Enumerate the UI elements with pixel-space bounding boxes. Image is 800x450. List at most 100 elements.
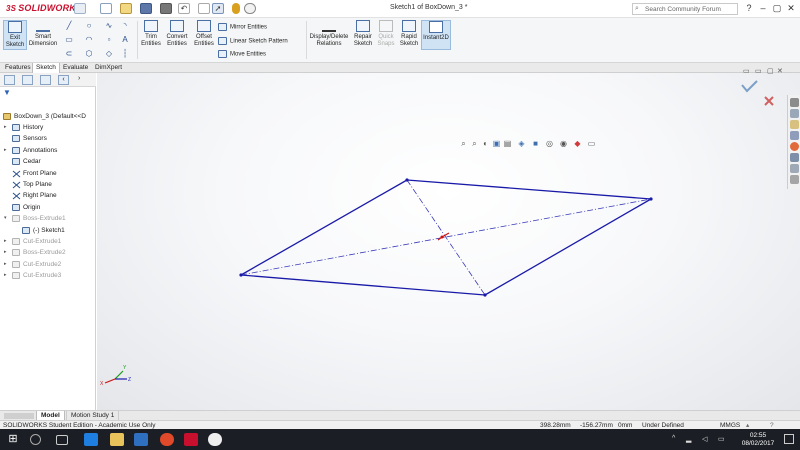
notifications-icon[interactable] — [784, 434, 794, 444]
edit-appearance-icon[interactable]: ◉ — [559, 139, 568, 148]
spline-icon[interactable]: ∿ — [104, 22, 114, 30]
tab-scroll-arrows[interactable] — [4, 413, 34, 419]
new-document-icon[interactable] — [100, 3, 112, 14]
plane-icon[interactable]: ◇ — [104, 50, 114, 58]
quick-snaps-button[interactable]: Quick Snaps — [376, 20, 396, 52]
expand-arrow-icon[interactable]: ▸ — [4, 270, 7, 281]
hide-show-items-icon[interactable]: ◎ — [545, 139, 554, 148]
expand-arrow-icon[interactable]: ▸ — [4, 122, 7, 133]
help-icon[interactable]: ? — [742, 2, 756, 14]
viewport-minimize-icon[interactable]: ▭ — [755, 67, 762, 75]
tab-sketch[interactable]: Sketch — [32, 63, 60, 73]
network-icon[interactable]: ▂ — [686, 435, 691, 443]
options-gear-icon[interactable] — [244, 3, 256, 14]
mirror-entities-button[interactable]: Mirror Entities — [218, 23, 267, 31]
rectangle-icon[interactable]: ▭ — [64, 36, 74, 44]
view-settings-icon[interactable]: ▭ — [587, 139, 596, 148]
custom-properties-icon[interactable] — [790, 153, 799, 162]
close-button[interactable]: ✕ — [784, 2, 798, 14]
feature-tree-tab-icon[interactable] — [4, 75, 15, 85]
centerline-diagonal-2[interactable] — [406, 179, 486, 296]
expand-arrow-icon[interactable]: ▸ — [4, 247, 7, 258]
file-explorer-taskbar-icon[interactable] — [110, 433, 124, 446]
viewport-maximize-icon[interactable]: ▢ — [767, 67, 774, 75]
view-orientation-icon[interactable]: ◈ — [517, 139, 526, 148]
forum-icon[interactable] — [790, 164, 799, 173]
previous-view-icon[interactable]: ◐ — [481, 139, 490, 148]
select-pointer-icon[interactable]: ➚ — [212, 3, 224, 14]
expand-arrow-icon[interactable]: ▾ — [4, 213, 7, 224]
search-taskbar-icon[interactable] — [30, 434, 41, 445]
slot-icon[interactable]: ⊂ — [64, 50, 74, 58]
apply-scene-icon[interactable]: ◆ — [573, 139, 582, 148]
task-view-icon[interactable] — [56, 435, 68, 445]
text-icon[interactable]: A — [120, 36, 130, 44]
restore-button[interactable]: ▢ — [770, 2, 784, 14]
rapid-sketch-button[interactable]: Rapid Sketch — [398, 20, 420, 52]
line-icon[interactable]: ╱ — [64, 22, 74, 30]
smart-dimension-button[interactable]: Smart Dimension — [28, 20, 58, 50]
sketch-edge-bottom-right[interactable] — [484, 198, 652, 296]
convert-entities-button[interactable]: Convert Entities — [164, 20, 190, 52]
linear-sketch-pattern-button[interactable]: Linear Sketch Pattern — [218, 37, 288, 45]
search-input[interactable]: ⌕ Search Community Forum — [632, 3, 738, 15]
zoom-to-area-icon[interactable]: ⌕ — [470, 139, 479, 148]
edge-browser-icon[interactable] — [84, 433, 98, 446]
exit-sketch-button[interactable]: Exit Sketch — [3, 20, 27, 50]
tray-chevron-icon[interactable]: ^ — [672, 435, 675, 442]
filter-icon[interactable]: ▼ — [3, 89, 11, 97]
tab-evaluate[interactable]: Evaluate — [60, 63, 91, 73]
sketch-edge-top-left[interactable] — [240, 179, 408, 276]
property-manager-tab-icon[interactable] — [22, 75, 33, 85]
sketch-vertex[interactable] — [405, 178, 409, 182]
open-folder-icon[interactable] — [120, 3, 132, 14]
arc-icon[interactable]: ◠ — [84, 36, 94, 44]
point-icon[interactable]: ▫ — [104, 36, 114, 44]
centerline-icon[interactable]: ┆ — [120, 50, 130, 58]
display-style-icon[interactable]: ■ — [531, 139, 540, 148]
keyboard-icon[interactable]: ▭ — [718, 435, 725, 443]
viewport-split-icon[interactable]: ▭ — [743, 67, 750, 75]
user-app-icon[interactable] — [208, 433, 222, 446]
sketch-vertex[interactable] — [483, 293, 487, 297]
windows-start-icon[interactable]: ⊞ — [6, 433, 20, 446]
configuration-manager-tab-icon[interactable] — [40, 75, 51, 85]
viewport-close-icon[interactable]: ✕ — [777, 67, 783, 75]
circle-icon[interactable]: ○ — [84, 22, 94, 30]
3d-content-central-icon[interactable] — [790, 175, 799, 184]
centerpoint-arc-icon[interactable]: ◝ — [120, 22, 130, 30]
undo-icon[interactable]: ↶ — [178, 3, 190, 14]
taskbar-clock[interactable]: 02:55 08/02/2017 — [738, 432, 778, 448]
trim-entities-button[interactable]: Trim Entities — [140, 20, 162, 52]
chrome-icon[interactable] — [160, 433, 174, 446]
graphics-area[interactable]: Y Z X ⌕ ⌕ ◐ ▣ ▤ ◈ ■ ◎ ◉ ◆ ▭ ▭ ▭ ▢ ✕ — [97, 68, 800, 410]
sketch-vertex[interactable] — [649, 197, 653, 201]
display-delete-relations-button[interactable]: Display/Delete Relations — [308, 20, 350, 52]
file-explorer-icon[interactable] — [790, 120, 799, 129]
section-view-icon[interactable]: ▣ — [492, 139, 501, 148]
tab-features[interactable]: Features — [2, 63, 34, 73]
sketch-edge-bottom-left[interactable] — [240, 274, 486, 296]
more-tabs-arrow-icon[interactable]: › — [78, 75, 89, 85]
rebuild-icon[interactable] — [198, 3, 210, 14]
tab-dimxpert[interactable]: DimXpert — [92, 63, 125, 73]
solidworks-resources-icon[interactable] — [790, 98, 799, 107]
dimxpert-manager-tab-icon[interactable]: ‹ — [58, 75, 69, 85]
solidworks-taskbar-icon[interactable] — [184, 433, 198, 446]
expand-arrow-icon[interactable]: ▸ — [4, 259, 7, 270]
solidworks-menu-arrow-icon[interactable] — [74, 3, 86, 14]
appearances-scenes-icon[interactable] — [790, 142, 799, 151]
expand-arrow-icon[interactable]: ▸ — [4, 236, 7, 247]
confirmation-corner[interactable] — [741, 80, 774, 106]
offset-entities-button[interactable]: Offset Entities — [192, 20, 216, 52]
volume-icon[interactable]: ◁ — [702, 435, 707, 443]
repair-sketch-button[interactable]: Repair Sketch — [352, 20, 374, 52]
move-entities-button[interactable]: Move Entities — [218, 50, 266, 58]
expand-arrow-icon[interactable]: ▸ — [4, 145, 7, 156]
design-library-icon[interactable] — [790, 109, 799, 118]
polygon-icon[interactable]: ⬡ — [84, 50, 94, 58]
zoom-to-fit-icon[interactable]: ⌕ — [459, 139, 468, 148]
sketch-vertex[interactable] — [239, 273, 243, 277]
store-icon[interactable] — [134, 433, 148, 446]
minimize-button[interactable]: – — [756, 2, 770, 14]
